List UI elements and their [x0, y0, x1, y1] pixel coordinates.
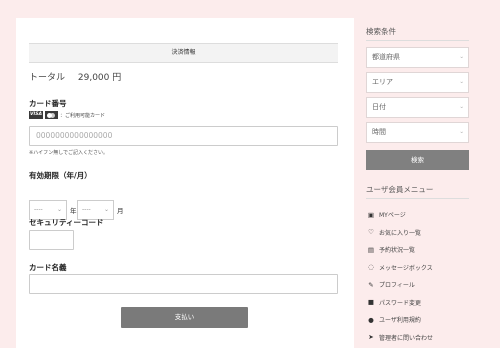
date-select[interactable]: 日付 ⌄ [366, 97, 469, 118]
menu-item-messages[interactable]: ◌ メッセージボックス [366, 259, 433, 277]
prefecture-select-label: 都道府県 [372, 53, 400, 61]
chevron-down-icon: ⌄ [459, 54, 464, 60]
info-icon: ● [368, 315, 374, 324]
total-row: トータル 29,000 円 [29, 70, 121, 83]
menu-item-password[interactable]: ■ パスワード変更 [366, 294, 433, 312]
expiry-year-value: ---- [34, 206, 43, 213]
mastercard-icon [45, 111, 58, 119]
expiry-month-unit: 月 [117, 207, 124, 215]
chevron-down-icon: ⌄ [459, 104, 464, 110]
member-menu: ▣ MYページ ♡ お気に入り一覧 ▤ 予約状況一覧 ◌ メッセージボックス ✎… [366, 206, 433, 346]
calendar-list-icon: ▤ [367, 245, 375, 254]
menu-item-label: お気に入り一覧 [379, 229, 422, 237]
divider [366, 198, 469, 199]
edit-icon: ✎ [368, 280, 374, 289]
area-select-label: エリア [372, 78, 393, 86]
id-card-icon: ▣ [367, 210, 375, 219]
send-icon: ➤ [368, 333, 374, 342]
prefecture-select[interactable]: 都道府県 ⌄ [366, 47, 469, 68]
payment-panel: 決済情報 トータル 29,000 円 カード番号 VISA ：ご利用可能カード … [16, 18, 354, 348]
card-number-input[interactable]: 0000000000000000 [29, 126, 338, 146]
divider [366, 40, 469, 41]
chevron-down-icon: ⌄ [103, 206, 109, 213]
total-amount: 29,000 円 [77, 73, 122, 83]
card-number-label: カード番号 [29, 99, 67, 108]
card-name-input[interactable] [29, 274, 338, 294]
pay-button[interactable]: 支払い [121, 307, 248, 328]
menu-item-label: プロフィール [379, 282, 415, 290]
menu-item-reservations[interactable]: ▤ 予約状況一覧 [366, 241, 433, 259]
menu-item-profile[interactable]: ✎ プロフィール [366, 276, 433, 294]
card-number-hint: ※ハイフン無しでご記入ください。 [29, 150, 109, 156]
total-label: トータル [29, 73, 66, 83]
chevron-down-icon: ⌄ [459, 79, 464, 85]
time-select-label: 時間 [372, 128, 386, 136]
expiry-label: 有効期限（年/月） [29, 171, 92, 180]
chat-icon: ◌ [368, 263, 374, 272]
chevron-down-icon: ⌄ [459, 129, 464, 135]
security-code-input[interactable] [29, 230, 74, 250]
accepted-cards-note: ：ご利用可能カード [60, 112, 106, 119]
menu-item-label: パスワード変更 [379, 299, 422, 307]
date-select-label: 日付 [372, 103, 386, 111]
menu-item-contact-admin[interactable]: ➤ 管理者に問い合わせ [366, 329, 433, 347]
sidebar: 検索条件 都道府県 ⌄ エリア ⌄ 日付 ⌄ 時間 ⌄ 検索 ユーザ会員メニュー… [366, 0, 500, 348]
expiry-year-unit: 年 [70, 207, 77, 215]
menu-item-label: ユーザ利用規約 [379, 317, 421, 325]
menu-item-label: メッセージボックス [379, 264, 433, 272]
lock-icon: ■ [367, 298, 375, 307]
visa-icon: VISA [29, 111, 43, 119]
search-conditions-title: 検索条件 [366, 27, 396, 36]
member-menu-title: ユーザ会員メニュー [366, 185, 434, 194]
search-button[interactable]: 検索 [366, 150, 469, 170]
payment-header: 決済情報 [29, 43, 338, 63]
security-code-label: セキュリティーコード [29, 218, 104, 227]
card-name-label: カード名義 [29, 263, 67, 272]
menu-item-favorites[interactable]: ♡ お気に入り一覧 [366, 224, 433, 242]
time-select[interactable]: 時間 ⌄ [366, 122, 469, 143]
menu-item-label: MYページ [379, 212, 406, 220]
menu-item-label: 管理者に問い合わせ [379, 334, 434, 342]
expiry-month-value: ---- [82, 206, 91, 213]
menu-item-mypage[interactable]: ▣ MYページ [366, 206, 433, 224]
heart-icon: ♡ [368, 228, 374, 237]
menu-item-terms[interactable]: ● ユーザ利用規約 [366, 311, 433, 329]
menu-item-label: 予約状況一覧 [379, 247, 416, 255]
area-select[interactable]: エリア ⌄ [366, 72, 469, 93]
accepted-cards: VISA ：ご利用可能カード [29, 110, 105, 120]
